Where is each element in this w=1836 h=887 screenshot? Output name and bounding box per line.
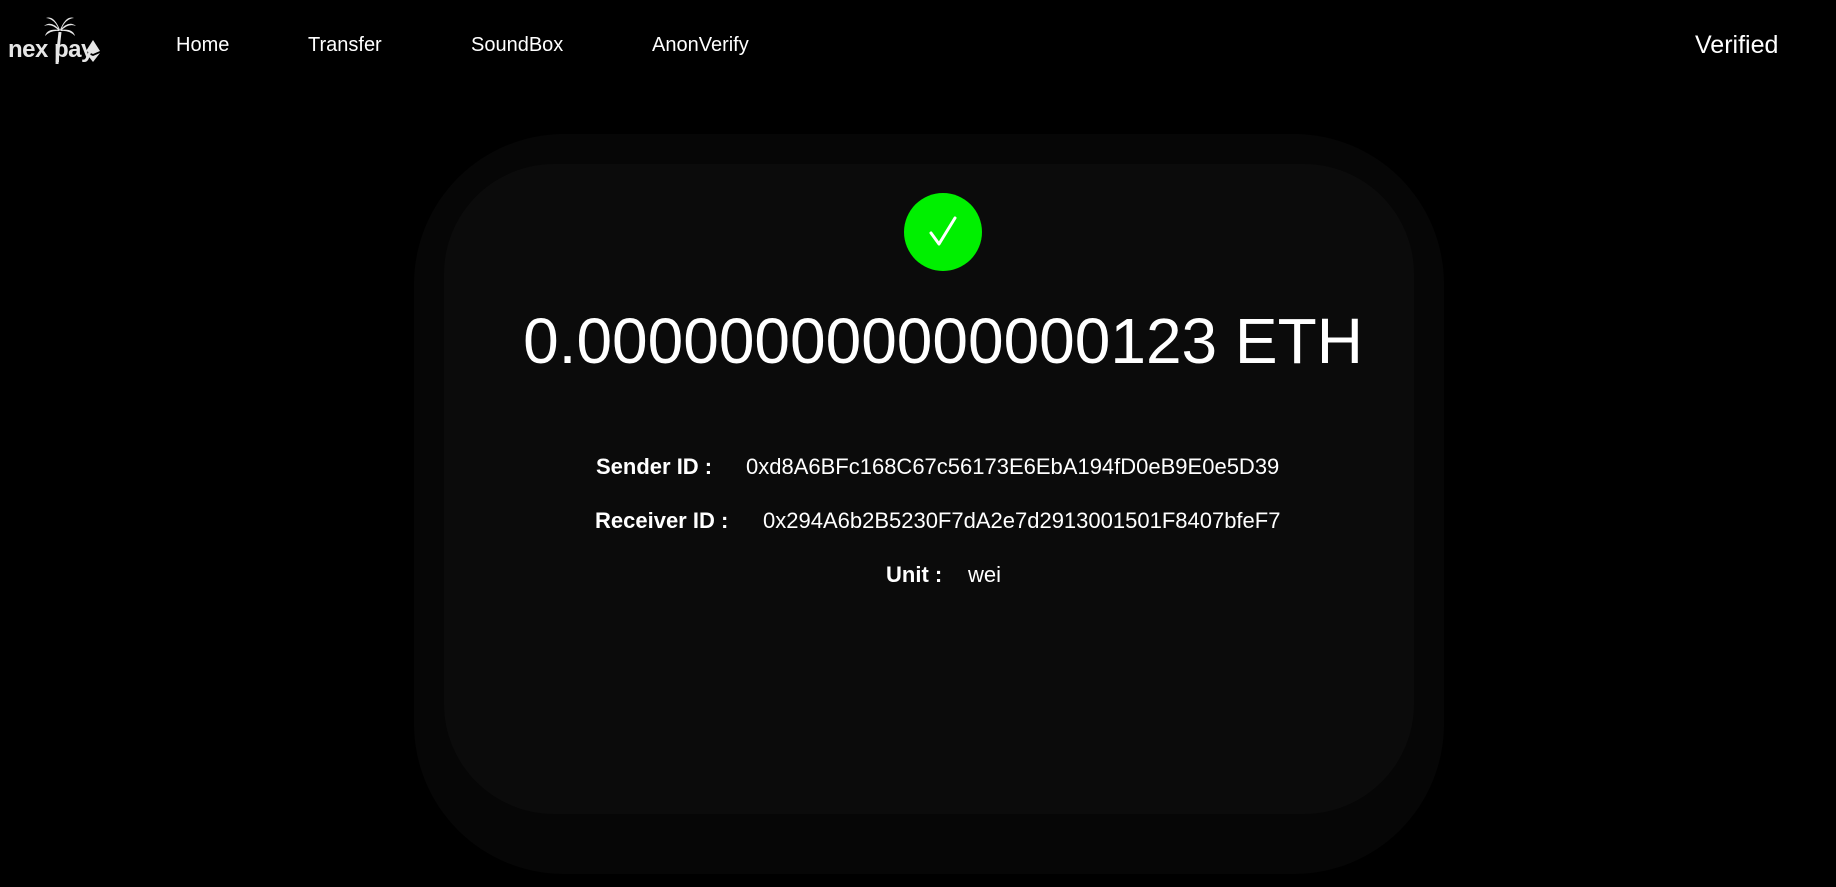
unit-value: wei — [968, 562, 1002, 587]
success-badge — [904, 193, 982, 271]
nav-link-transfer[interactable]: Transfer — [308, 35, 382, 55]
receiver-id-label: Receiver ID : — [595, 508, 729, 533]
ethereum-icon — [86, 40, 100, 62]
unit-label: Unit : — [886, 562, 943, 587]
nav-link-soundbox[interactable]: SoundBox — [471, 35, 563, 55]
page: nex pay Home Transfer SoundBox AnonVerif… — [0, 0, 1836, 887]
transaction-amount: 0.000000000000000123 ETH — [523, 305, 1363, 377]
verified-status: Verified — [1695, 31, 1779, 59]
palm-tree-icon — [44, 17, 76, 64]
nav-link-home[interactable]: Home — [176, 35, 229, 55]
nexpay-logo[interactable]: nex pay — [8, 14, 104, 66]
sender-id-label: Sender ID : — [596, 454, 713, 479]
navbar: nex pay Home Transfer SoundBox AnonVerif… — [0, 0, 1836, 92]
nav-link-anonverify[interactable]: AnonVerify — [652, 35, 749, 55]
check-icon — [929, 216, 957, 246]
sender-id-value: 0xd8A6BFc168C67c56173E6EbA194fD0eB9E0e5D… — [746, 454, 1280, 479]
receiver-id-value: 0x294A6b2B5230F7dA2e7d2913001501F8407bfe… — [763, 508, 1281, 533]
